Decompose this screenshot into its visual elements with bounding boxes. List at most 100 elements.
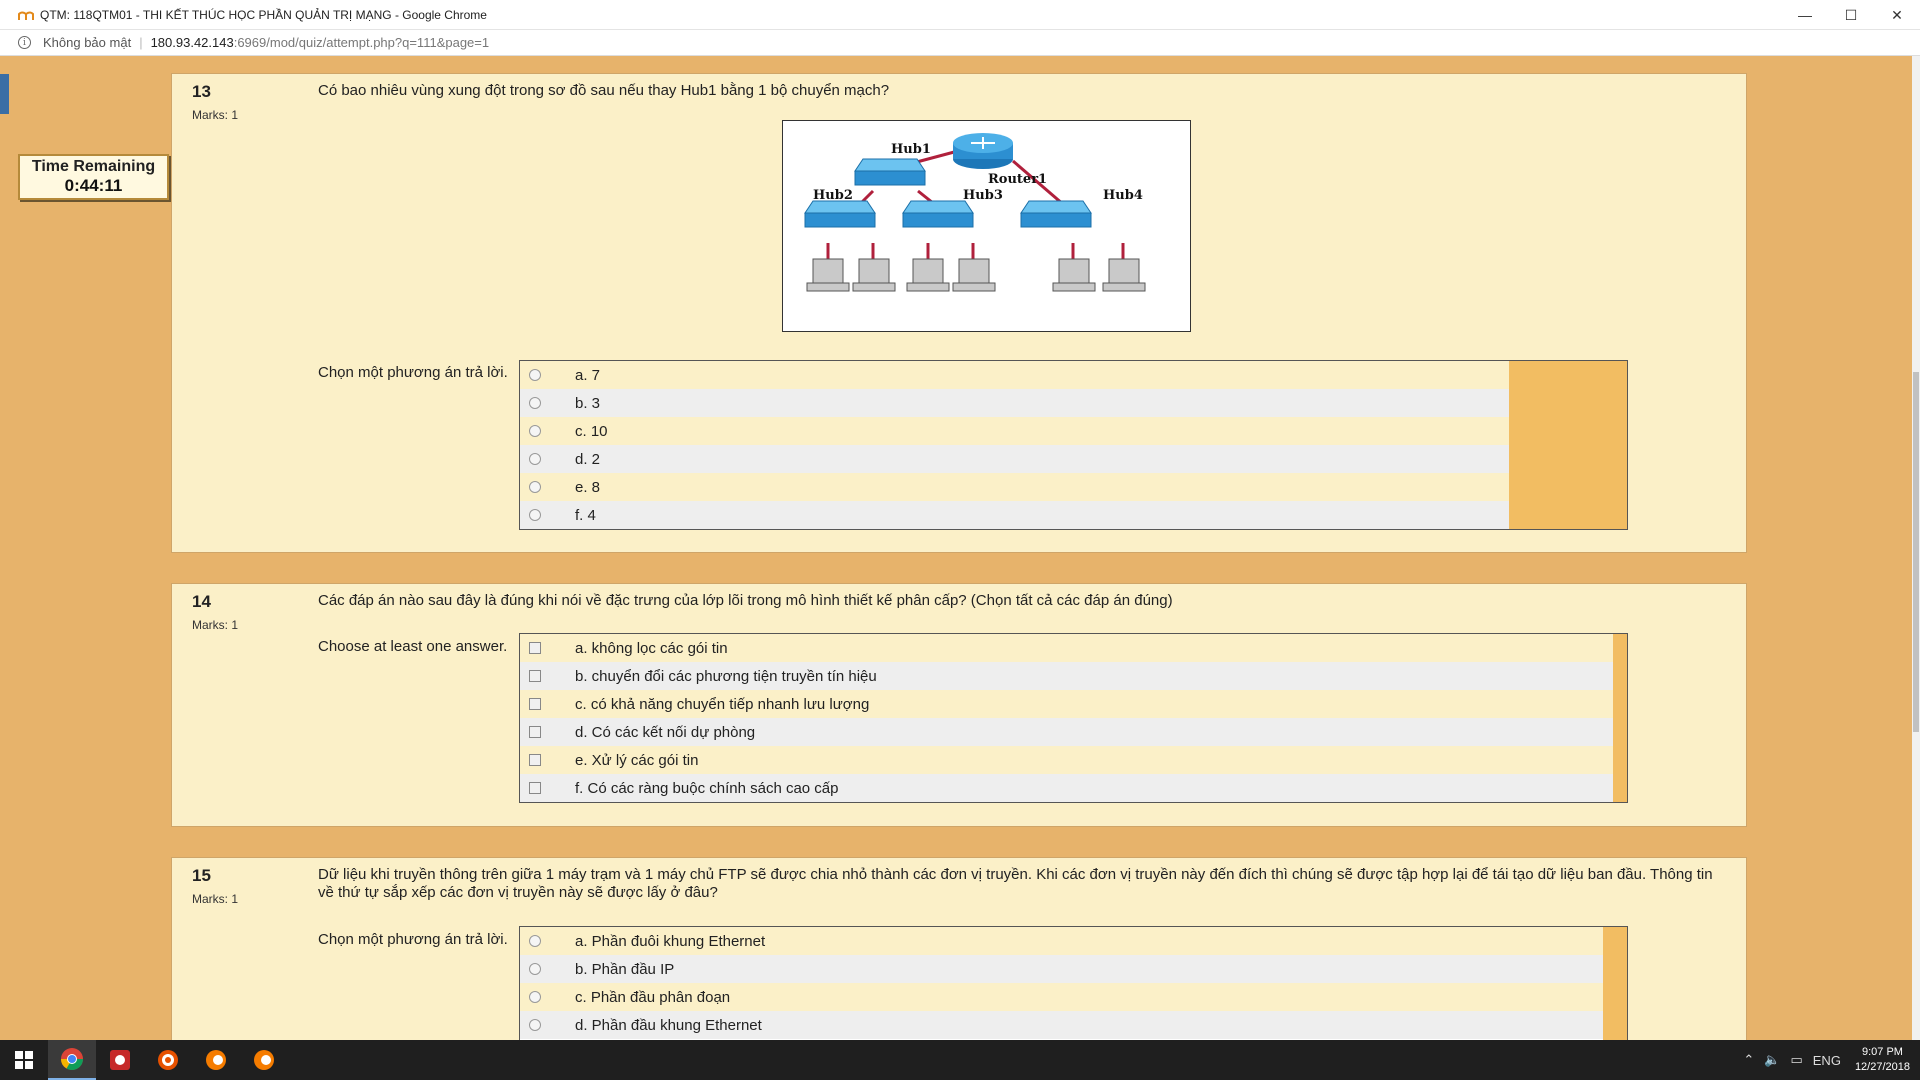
answer-list: a. không lọc các gói tin b. chuyển đổi c… [519,633,1628,803]
option-f[interactable]: f. 4 [520,501,1509,529]
window-titlebar: QTM: 118QTM01 - THI KẾT THÚC HỌC PHẦN QU… [0,0,1920,30]
radio-button[interactable] [529,453,541,465]
clock[interactable]: 9:07 PM 12/27/2018 [1855,1045,1910,1075]
checkbox[interactable] [529,726,541,738]
close-button[interactable]: ✕ [1874,0,1920,30]
option-b[interactable]: b. 3 [520,389,1509,417]
radio-button[interactable] [529,481,541,493]
option-label[interactable]: b. 3 [575,395,600,412]
system-tray: ⌃ 🔈 ▭ ENG 9:07 PM 12/27/2018 [1733,1040,1910,1080]
language-indicator[interactable]: ENG [1813,1053,1841,1068]
option-label[interactable]: c. có khả năng chuyển tiếp nhanh lưu lượ… [575,696,869,713]
option-label[interactable]: f. 4 [575,507,596,524]
radio-button[interactable] [529,369,541,381]
taskbar-coccoc-1[interactable] [192,1040,240,1080]
radio-button[interactable] [529,425,541,437]
answer-highlight [1603,927,1627,1040]
option-c[interactable]: c. Phần đầu phân đoạn [520,983,1603,1011]
option-a[interactable]: a. 7 [520,361,1509,389]
radio-button[interactable] [529,1019,541,1031]
option-label[interactable]: e. 8 [575,479,600,496]
page-viewport: Time Remaining 0:44:11 13 Marks: 1 Có ba… [0,56,1920,1040]
windows-logo-icon [15,1051,33,1069]
option-f[interactable]: f. Có các ràng buộc chính sách cao cấp [520,774,1613,802]
radio-button[interactable] [529,935,541,947]
question-text: Dữ liệu khi truyền thông trên giữa 1 máy… [318,866,1713,901]
question-number: 13 [192,82,211,101]
option-label[interactable]: f. Có các ràng buộc chính sách cao cấp [575,780,839,797]
checkbox[interactable] [529,670,541,682]
minimize-button[interactable]: — [1782,0,1828,30]
checkbox[interactable] [529,698,541,710]
taskbar-coccoc-2[interactable] [240,1040,288,1080]
checkbox[interactable] [529,754,541,766]
taskbar-app-red[interactable] [96,1040,144,1080]
option-b[interactable]: b. chuyển đổi các phương tiện truyền tín… [520,662,1613,690]
option-c[interactable]: c. có khả năng chuyển tiếp nhanh lưu lượ… [520,690,1613,718]
option-c[interactable]: c. 10 [520,417,1509,445]
option-label[interactable]: a. không lọc các gói tin [575,640,728,657]
option-d[interactable]: d. Phần đầu khung Ethernet [520,1011,1603,1039]
taskbar-chrome[interactable] [48,1040,96,1080]
windows-taskbar: ⌃ 🔈 ▭ ENG 9:07 PM 12/27/2018 [0,1040,1920,1080]
option-label[interactable]: d. Có các kết nối dự phòng [575,724,755,741]
option-a[interactable]: a. không lọc các gói tin [520,634,1613,662]
radio-button[interactable] [529,509,541,521]
network-icon[interactable]: ▭ [1790,1052,1802,1068]
left-edge [0,56,9,1040]
option-label[interactable]: a. 7 [575,367,600,384]
checkbox[interactable] [529,782,541,794]
info-icon[interactable]: i [18,36,31,49]
clock-time: 9:07 PM [1861,1046,1903,1058]
question-15: 15 Marks: 1 Dữ liệu khi truyền thông trê… [171,857,1747,1040]
option-e[interactable]: e. 8 [520,473,1509,501]
option-label[interactable]: c. 10 [575,423,608,440]
radio-button[interactable] [529,991,541,1003]
option-b[interactable]: b. Phần đầu IP [520,955,1603,983]
option-label[interactable]: e. Xử lý các gói tin [575,752,698,769]
option-a[interactable]: a. Phần đuôi khung Ethernet [520,927,1603,955]
option-label[interactable]: d. 2 [575,451,600,468]
question-number: 15 [192,866,211,885]
security-status[interactable]: Không bảo mật [43,35,131,50]
option-label[interactable]: c. Phần đầu phân đoạn [575,989,730,1006]
option-d[interactable]: d. Có các kết nối dự phòng [520,718,1613,746]
red-app-icon [110,1050,130,1070]
answer-highlight [1613,634,1627,802]
url-path[interactable]: :6969/mod/quiz/attempt.php?q=111&page=1 [234,35,489,50]
question-marks: Marks: 1 [192,618,239,632]
question-marks: Marks: 1 [192,108,239,122]
answer-prompt: Chọn một phương án trả lời. [318,364,508,381]
address-bar[interactable]: i Không bảo mật | 180.93.42.143 :6969/mo… [0,30,1920,56]
option-label[interactable]: b. Phần đầu IP [575,961,674,978]
chrome-icon [61,1048,83,1070]
volume-icon[interactable]: 🔈 [1764,1052,1780,1068]
option-d[interactable]: d. 2 [520,445,1509,473]
question-14: 14 Marks: 1 Các đáp án nào sau đây là đú… [171,583,1747,827]
scrollbar-thumb[interactable] [1913,372,1919,732]
answer-prompt: Choose at least one answer. [318,638,508,655]
answer-list: a. 7 b. 3 c. 10 d. 2 e. 8 f. 4 [519,360,1628,530]
pc-icons [806,258,1146,292]
start-button[interactable] [0,1040,48,1080]
page-scrollbar[interactable] [1912,56,1920,1040]
maximize-button[interactable]: ☐ [1828,0,1874,30]
time-remaining-box: Time Remaining 0:44:11 [18,154,169,200]
radio-button[interactable] [529,397,541,409]
question-text: Các đáp án nào sau đây là đúng khi nói v… [318,592,1173,609]
option-label[interactable]: d. Phần đầu khung Ethernet [575,1017,762,1034]
coccoc-browser-icon [254,1050,274,1070]
orange-circle-icon [158,1050,178,1070]
option-label[interactable]: b. chuyển đổi các phương tiện truyền tín… [575,668,877,685]
window-title: QTM: 118QTM01 - THI KẾT THÚC HỌC PHẦN QU… [40,7,487,22]
chevron-up-icon[interactable]: ⌃ [1743,1052,1754,1068]
option-e[interactable]: e. Xử lý các gói tin [520,746,1613,774]
radio-button[interactable] [529,963,541,975]
checkbox[interactable] [529,642,541,654]
option-label[interactable]: a. Phần đuôi khung Ethernet [575,933,765,950]
url-host[interactable]: 180.93.42.143 [151,35,234,50]
network-diagram: Hub1 Router1 Hub2 Hub3 Hub4 [782,120,1191,332]
taskbar-app-circle[interactable] [144,1040,192,1080]
question-marks: Marks: 1 [192,892,239,906]
time-remaining-value: 0:44:11 [64,176,123,195]
